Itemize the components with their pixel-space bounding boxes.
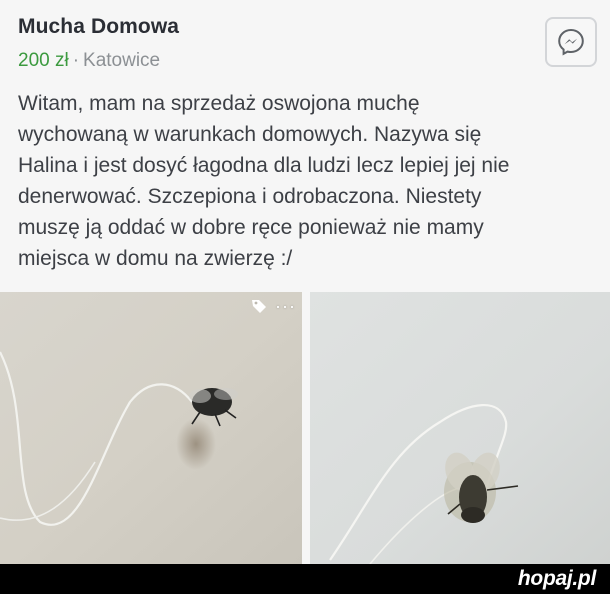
photo-tools: ··· (251, 297, 296, 315)
site-watermark: hopaj.pl (517, 567, 596, 590)
tag-icon[interactable] (251, 298, 267, 314)
listing-description: Witam, mam na sprzedaż oswojona muchę wy… (18, 92, 510, 270)
marketplace-listing: Mucha Domowa 200 zł · Katowice Witam, mam … (0, 0, 610, 594)
footer-bar: hopaj.pl (0, 564, 610, 594)
listing-photo-2[interactable] (310, 292, 610, 564)
listing-photo-1[interactable]: ··· (0, 292, 302, 564)
meta-separator: · (72, 50, 80, 71)
listing-location[interactable]: Katowice (83, 50, 160, 71)
fly-closeup-photo (310, 292, 610, 564)
listing-title: Mucha Domowa (18, 15, 180, 38)
listing-meta: 200 zł · Katowice (18, 49, 530, 73)
listing-price: 200 zł (18, 50, 69, 71)
photo-gallery: ··· (0, 292, 610, 564)
more-icon[interactable]: ··· (275, 297, 296, 315)
listing-header: Mucha Domowa 200 zł · Katowice (18, 14, 530, 73)
fly-on-thread-photo (0, 292, 302, 564)
messenger-button[interactable] (545, 17, 597, 67)
messenger-icon (558, 28, 584, 56)
